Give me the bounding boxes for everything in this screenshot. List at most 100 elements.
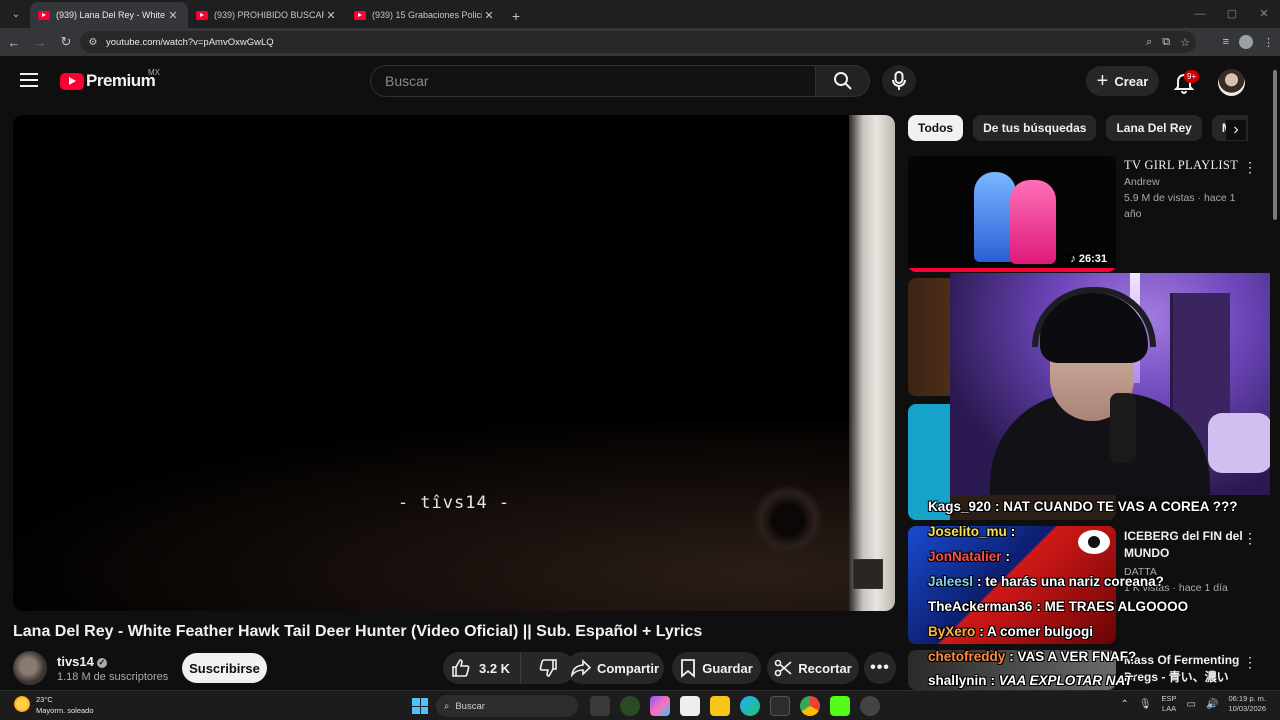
youtube-premium-logo[interactable]: Premium MX — [60, 68, 160, 91]
menu-hamburger-icon[interactable] — [20, 73, 38, 87]
video-player[interactable]: - tîvs14 - — [13, 115, 895, 611]
tab-list-chevron-icon[interactable]: ⌄ — [4, 2, 28, 26]
youtube-favicon-icon — [38, 10, 50, 20]
media-control-icon[interactable]: ≡ — [1223, 36, 1229, 48]
pillow-graphic — [1208, 413, 1272, 473]
profile-avatar-icon[interactable] — [1239, 35, 1253, 49]
obs-icon[interactable] — [860, 696, 880, 716]
chat-username: Kags_920 — [928, 499, 992, 514]
copilot-icon[interactable] — [650, 696, 670, 716]
browser-toolbar: ← → ↻ ⚙ youtube.com/watch?v=pAmvOxwGwLQ … — [0, 28, 1280, 56]
system-tray: ⌃ 🎙 ESP LAA ▭ 🔊 06:19 p. m. 10/03/2026 — [1120, 694, 1266, 714]
account-avatar[interactable] — [1218, 69, 1245, 96]
more-horizontal-icon: ••• — [870, 659, 890, 676]
like-button[interactable]: 3.2 K — [443, 652, 521, 684]
terminal-icon[interactable] — [770, 696, 790, 716]
task-view-icon[interactable] — [590, 696, 610, 716]
voice-search-button[interactable] — [882, 65, 916, 97]
clip-button[interactable]: Recortar — [767, 652, 859, 684]
forward-arrow-icon[interactable]: → — [28, 35, 52, 50]
language-code: ESP — [1161, 694, 1177, 703]
taskbar-search[interactable]: ⌕ Buscar — [436, 695, 578, 717]
chat-username: Joselito_mu — [928, 524, 1007, 539]
chip-todos[interactable]: Todos — [908, 115, 964, 141]
chat-text: ME TRAES ALGOOOO — [1044, 599, 1189, 614]
new-tab-plus-icon[interactable]: + — [504, 8, 528, 24]
search-button[interactable] — [816, 65, 870, 97]
scrollbar-thumb[interactable] — [1273, 70, 1277, 220]
chat-username: Jaleesl — [928, 574, 974, 589]
chrome-icon[interactable] — [800, 696, 820, 716]
recommendation-info[interactable]: TV GIRL PLAYLIST Andrew 5.9 M de vistas … — [1124, 157, 1254, 222]
tab-close-icon[interactable]: ✕ — [166, 9, 180, 22]
tab-title: (939) PROHIBIDO BUSCAR: 13 I — [214, 10, 324, 20]
browser-menu-icon[interactable]: ⋮ — [1263, 36, 1274, 49]
search-bar — [370, 65, 870, 97]
notifications-badge: 9+ — [1184, 70, 1200, 83]
chip-lana-del-rey[interactable]: Lana Del Rey — [1106, 115, 1202, 141]
store-icon[interactable] — [680, 696, 700, 716]
tab-close-icon[interactable]: ✕ — [482, 9, 496, 22]
share-button[interactable]: Compartir — [566, 652, 664, 684]
eye-graphic — [1078, 530, 1110, 554]
recommendation-meta: 5.9 M de vistas · hace 1 año — [1124, 192, 1236, 220]
volume-icon[interactable]: 🔊 — [1206, 699, 1218, 710]
language-indicator[interactable]: ESP LAA — [1162, 694, 1177, 714]
network-icon[interactable]: ▭ — [1187, 699, 1196, 710]
create-button[interactable]: + Crear — [1086, 66, 1159, 96]
chat-text: NAT CUANDO TE VAS A COREA ??? — [1003, 499, 1238, 514]
microphone-icon — [892, 71, 906, 90]
xbox-app-icon[interactable] — [620, 696, 640, 716]
more-vertical-icon[interactable]: ⋮ — [1243, 655, 1257, 669]
more-actions-button[interactable]: ••• — [864, 652, 896, 684]
chip-de-tus-busquedas[interactable]: De tus búsquedas — [973, 115, 1097, 141]
subscribe-button[interactable]: Suscribirse — [182, 653, 267, 683]
more-vertical-icon[interactable]: ⋮ — [1243, 160, 1257, 174]
streamer-webcam-overlay — [950, 273, 1280, 495]
browser-tab-lana-del-rey[interactable]: (939) Lana Del Rey - White Feat ✕ — [30, 2, 188, 28]
reload-icon[interactable]: ↻ — [54, 34, 78, 50]
windows-start-icon[interactable] — [412, 698, 428, 714]
file-explorer-icon[interactable] — [710, 696, 730, 716]
chevron-up-icon[interactable]: ⌃ — [1120, 699, 1128, 710]
browser-tab-grabaciones-policiales[interactable]: (939) 15 Grabaciones Policiales ✕ — [346, 2, 504, 28]
close-window-icon[interactable]: ✕ — [1248, 0, 1280, 28]
url-text[interactable]: youtube.com/watch?v=pAmvOxwGwLQ — [106, 37, 274, 48]
chat-username: chetofreddy — [928, 649, 1006, 664]
kick-app-icon[interactable] — [830, 696, 850, 716]
back-arrow-icon[interactable]: ← — [2, 35, 26, 50]
page-scrollbar[interactable] — [1270, 56, 1280, 690]
pink-cat-graphic — [1010, 180, 1056, 264]
browser-tab-prohibido-buscar[interactable]: (939) PROHIBIDO BUSCAR: 13 I ✕ — [188, 2, 346, 28]
bookmark-star-icon[interactable]: ☆ — [1180, 36, 1190, 49]
site-info-icon[interactable]: ⚙ — [86, 37, 100, 48]
channel-name-link[interactable]: tivs14 ✓ — [57, 654, 107, 669]
search-input[interactable] — [370, 65, 817, 97]
recommendation-info[interactable]: Mass Of Fermenting Dregs - 青い、濃い — [1124, 652, 1254, 686]
like-dislike-group: 3.2 K — [443, 652, 575, 684]
watch-progress-bar — [908, 268, 1116, 272]
zoom-icon[interactable]: ⌕ — [1146, 36, 1152, 49]
minimize-icon[interactable]: — — [1184, 0, 1216, 28]
weather-condition: Mayorm. soleado — [36, 706, 94, 715]
sun-weather-icon — [14, 696, 30, 712]
install-app-icon[interactable]: ⧉ — [1162, 36, 1170, 49]
maximize-icon[interactable]: ▢ — [1216, 0, 1248, 28]
channel-avatar[interactable] — [13, 651, 47, 685]
weather-widget[interactable]: 23°C Mayorm. soleado — [14, 694, 94, 716]
save-button[interactable]: Guardar — [672, 652, 761, 684]
more-vertical-icon[interactable]: ⋮ — [1243, 531, 1257, 545]
chips-next-chevron-icon[interactable]: › — [1226, 120, 1246, 140]
tab-close-icon[interactable]: ✕ — [324, 9, 338, 22]
plus-icon: + — [1096, 70, 1109, 92]
youtube-favicon-icon — [196, 10, 208, 20]
search-icon — [833, 72, 852, 90]
recommendation-thumbnail[interactable]: ♪ 26:31 — [908, 156, 1116, 272]
address-bar[interactable]: ⚙ youtube.com/watch?v=pAmvOxwGwLQ ⌕ ⧉ ☆ — [80, 31, 1196, 53]
clock[interactable]: 06:19 p. m. 10/03/2026 — [1228, 694, 1266, 714]
youtube-header: Premium MX + Crear 9+ — [0, 56, 1270, 108]
edge-icon[interactable] — [740, 696, 760, 716]
windows-taskbar: 23°C Mayorm. soleado ⌕ Buscar ⌃ 🎙 ESP LA… — [0, 690, 1280, 720]
scissors-icon — [774, 659, 792, 677]
microphone-icon[interactable]: 🎙 — [1139, 699, 1152, 710]
